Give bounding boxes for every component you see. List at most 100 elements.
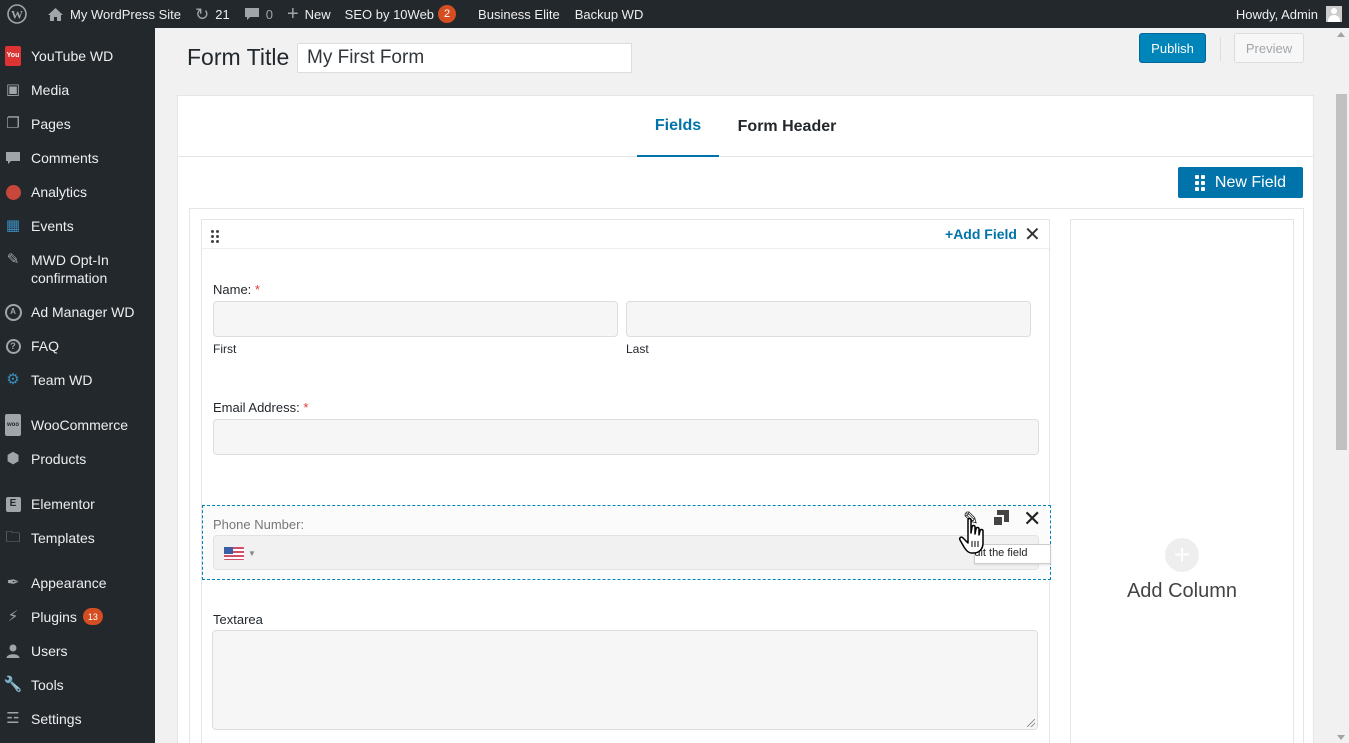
form-page-area: +Add Field ✕ Name: * First Last Email Ad… (189, 208, 1304, 743)
textarea-label: Textarea (213, 612, 263, 627)
add-field-label: Add Field (953, 226, 1017, 242)
name-field-label: Name: * (213, 282, 260, 297)
sidebar-item-templates[interactable]: 🗀 Templates (0, 529, 155, 547)
sidebar-item-media[interactable]: ▣ Media (0, 81, 155, 99)
seo-menu[interactable]: SEO by 10Web 2 (338, 0, 463, 28)
resize-grip-icon[interactable] (1027, 719, 1035, 727)
pages-icon: ❐ (6, 115, 20, 132)
folder-icon: 🗀 (5, 529, 21, 546)
products-icon: ⬢ (6, 450, 20, 467)
new-field-label: New Field (1214, 173, 1287, 191)
backup-menu[interactable]: Backup WD (568, 0, 651, 28)
sidebar-item-tools[interactable]: 🔧 Tools (0, 676, 155, 694)
seo-badge: 2 (438, 5, 457, 23)
sidebar-item-faq[interactable]: ? FAQ (0, 337, 155, 355)
business-elite-menu[interactable]: Business Elite (471, 0, 567, 28)
sidebar-item-woocommerce[interactable]: woo WooCommerce (0, 414, 155, 436)
caret-down-icon[interactable]: ▼ (248, 549, 256, 558)
scroll-thumb[interactable] (1336, 94, 1347, 450)
grid-icon (1194, 174, 1205, 191)
users-icon (3, 642, 23, 660)
add-column-area[interactable]: + Add Column (1070, 219, 1294, 743)
add-column-plus-icon[interactable]: + (1165, 538, 1199, 572)
sidebar-item-comments[interactable]: Comments (0, 149, 155, 167)
howdy-text: Howdy, Admin (1235, 6, 1318, 22)
admin-bar: W My WordPress Site ↻ 21 0 + New SEO by … (0, 0, 1349, 28)
us-flag-icon[interactable] (224, 547, 244, 560)
sidebar-item-settings[interactable]: ☲ Settings (0, 710, 155, 728)
sidebar-item-mwd-opt-in[interactable]: ✎ MWD Opt-In confirmation (0, 251, 155, 287)
new-content-menu[interactable]: + New (280, 0, 338, 28)
phone-field[interactable]: Phone Number: ▼ ✎ ✕ Edit the field (202, 505, 1051, 580)
wordpress-logo-icon: W (7, 4, 27, 24)
faq-icon: ? (3, 337, 23, 355)
updates-menu[interactable]: ↻ 21 (188, 0, 237, 28)
form-title-label: Form Title (187, 44, 290, 70)
plugins-icon: ⚡ (7, 608, 19, 625)
tab-fields[interactable]: Fields (637, 96, 719, 157)
phone-label: Phone Number: (213, 517, 305, 532)
updates-icon: ↻ (195, 4, 210, 24)
hand-cursor-icon (958, 517, 992, 557)
textarea-input[interactable] (212, 630, 1038, 730)
required-asterisk: * (303, 400, 309, 415)
sidebar-item-plugins[interactable]: ⚡ Plugins 13 (0, 608, 155, 626)
scroll-down-arrow-icon[interactable] (1337, 735, 1345, 740)
wp-logo-menu[interactable]: W (0, 0, 40, 28)
required-asterisk: * (254, 282, 260, 297)
add-column-label[interactable]: Add Column (1071, 580, 1293, 603)
delete-field-icon[interactable]: ✕ (1023, 506, 1041, 532)
page-scrollbar[interactable] (1334, 28, 1349, 743)
form-column: +Add Field ✕ Name: * First Last Email Ad… (201, 219, 1051, 743)
form-title-input[interactable] (297, 43, 632, 73)
first-name-input[interactable] (213, 301, 618, 337)
email-field-label: Email Address: * (213, 400, 308, 415)
email-input[interactable] (213, 419, 1039, 455)
tab-form-header[interactable]: Form Header (726, 96, 848, 157)
new-field-button[interactable]: New Field (1178, 167, 1303, 198)
plugins-badge: 13 (82, 608, 103, 625)
preview-button[interactable]: Preview (1234, 33, 1304, 63)
media-icon: ▣ (5, 81, 21, 98)
sidebar-item-elementor[interactable]: E Elementor (0, 495, 155, 513)
account-menu[interactable]: Howdy, Admin (1229, 0, 1349, 28)
seo-label: SEO by 10Web (344, 6, 435, 22)
duplicate-icon[interactable] (992, 510, 1010, 528)
plus-icon: + (945, 226, 954, 242)
svg-text:W: W (11, 8, 23, 22)
avatar (1326, 6, 1342, 22)
header-divider (1220, 37, 1221, 61)
sidebar-item-appearance[interactable]: ✒ Appearance (0, 574, 155, 592)
appearance-icon: ✒ (6, 574, 20, 591)
sidebar-item-users[interactable]: Users (0, 642, 155, 660)
phone-input[interactable]: ▼ (213, 535, 1039, 570)
sidebar-item-analytics[interactable]: Analytics (0, 183, 155, 201)
sidebar-item-products[interactable]: ⬢ Products (0, 450, 155, 468)
add-field-link[interactable]: +Add Field (945, 226, 1017, 242)
publish-button[interactable]: Publish (1139, 33, 1206, 63)
last-name-input[interactable] (626, 301, 1031, 337)
team-icon: ⚙ (6, 371, 20, 388)
woocommerce-icon: woo (3, 414, 23, 436)
form-editor-panel: Fields Form Header New Field +Add Field … (177, 95, 1314, 743)
drag-handle-icon[interactable] (211, 230, 219, 243)
comment-icon (244, 7, 260, 22)
home-icon (47, 7, 64, 22)
remove-column-icon[interactable]: ✕ (1024, 222, 1041, 247)
sidebar-item-events[interactable]: ▦ Events (0, 217, 155, 235)
sidebar-item-youtube-wd[interactable]: You YouTube WD (0, 46, 155, 66)
comments-menu[interactable]: 0 (237, 0, 280, 28)
analytics-icon (3, 183, 23, 201)
tabs-bar: Fields Form Header (178, 96, 1313, 157)
email-label-text: Email Address: (213, 400, 300, 415)
sidebar-item-team-wd[interactable]: ⚙ Team WD (0, 371, 155, 389)
site-name-menu[interactable]: My WordPress Site (40, 0, 188, 28)
sidebar-item-ad-manager[interactable]: A Ad Manager WD (0, 303, 155, 321)
events-icon: ▦ (5, 217, 21, 234)
last-sublabel: Last (626, 342, 649, 356)
scroll-up-arrow-icon[interactable] (1337, 32, 1345, 37)
sidebar-item-pages[interactable]: ❐ Pages (0, 115, 155, 133)
settings-icon: ☲ (6, 710, 20, 727)
new-label: New (304, 6, 331, 22)
site-name: My WordPress Site (70, 6, 182, 22)
